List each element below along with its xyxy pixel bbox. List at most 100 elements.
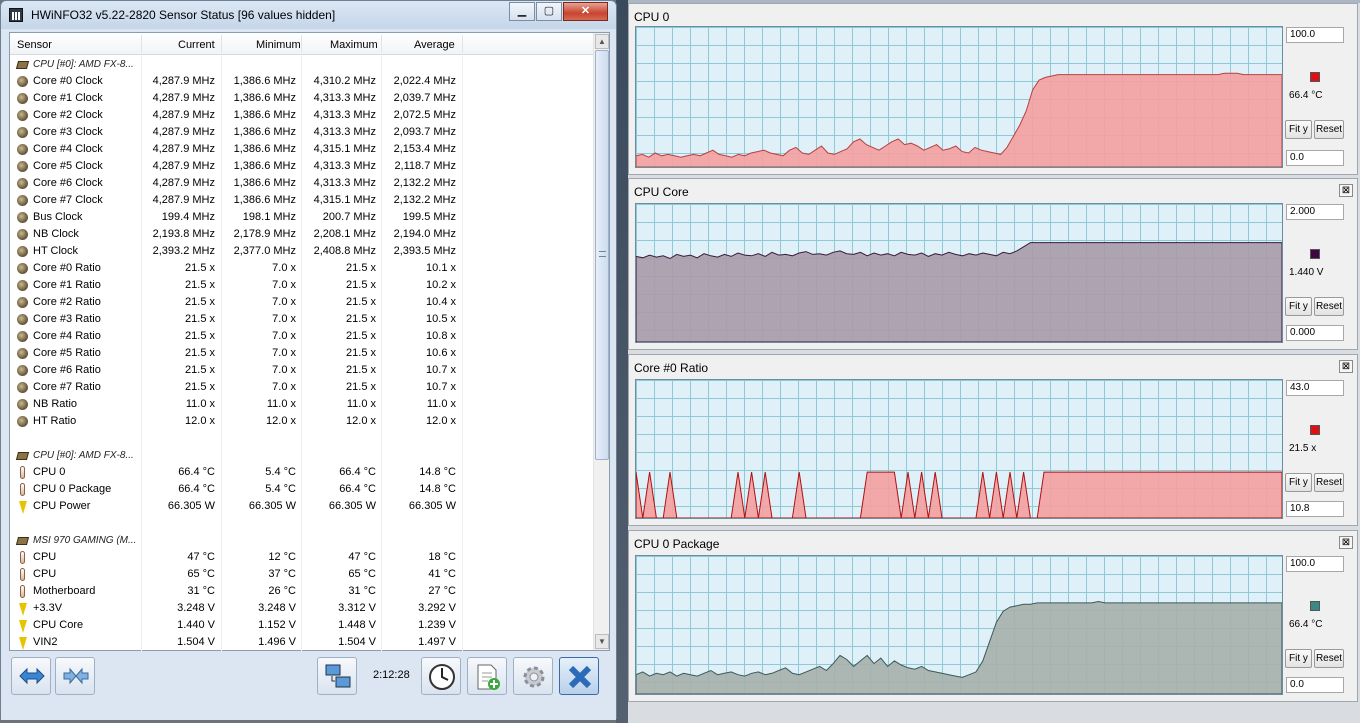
fit-y-button[interactable]: Fit y: [1285, 297, 1312, 316]
column-sensor[interactable]: Sensor: [17, 39, 52, 51]
sensor-row[interactable]: HT Clock 2,393.2 MHz 2,377.0 MHz 2,408.8 MH…: [10, 243, 594, 260]
graph-min-field[interactable]: 10.8: [1286, 501, 1344, 517]
exit-button[interactable]: [559, 657, 599, 695]
sensor-row[interactable]: Core #1 Clock 4,287.9 MHz 1,386.6 MHz 4,313…: [10, 90, 594, 107]
column-maximum[interactable]: Maximum: [330, 39, 378, 51]
current-value: 12.0 x: [185, 415, 215, 427]
collapse-columns-button[interactable]: [55, 657, 95, 695]
graph-max-field[interactable]: 43.0: [1286, 380, 1344, 396]
average-value: 10.6 x: [426, 347, 456, 359]
graph-close-button[interactable]: ⊠: [1339, 184, 1353, 197]
sensor-label: Core #5 Clock: [33, 160, 103, 172]
graph-min-field[interactable]: 0.000: [1286, 325, 1344, 341]
sensor-row[interactable]: CPU 65 °C 37 °C 65 °C 41 °C: [10, 566, 594, 583]
sensor-row[interactable]: Core #7 Clock 4,287.9 MHz 1,386.6 MHz 4,315…: [10, 192, 594, 209]
graph-window[interactable]: CPU Core ⊠ 2.000 1.440 V Fit y Reset 0.000: [628, 178, 1358, 350]
sensor-row[interactable]: +3.3V 3.248 V 3.248 V 3.312 V 3.292 V: [10, 600, 594, 617]
expand-arrows-icon: [19, 667, 45, 685]
sensor-row[interactable]: VIN2 1.504 V 1.496 V 1.504 V 1.497 V: [10, 634, 594, 651]
fit-y-button[interactable]: Fit y: [1285, 649, 1312, 668]
graph-min-field[interactable]: 0.0: [1286, 677, 1344, 693]
fit-y-button[interactable]: Fit y: [1285, 473, 1312, 492]
sensor-row[interactable]: Core #6 Ratio 21.5 x 7.0 x 21.5 x 10.7 x: [10, 362, 594, 379]
sensor-row[interactable]: Bus Clock 199.4 MHz 198.1 MHz 200.7 MHz 199.…: [10, 209, 594, 226]
column-current[interactable]: Current: [178, 39, 215, 51]
scroll-down-arrow[interactable]: ▼: [595, 634, 609, 649]
sensor-row[interactable]: Core #2 Clock 4,287.9 MHz 1,386.6 MHz 4,313…: [10, 107, 594, 124]
sensor-row[interactable]: Core #0 Clock 4,287.9 MHz 1,386.6 MHz 4,310…: [10, 73, 594, 90]
graph-close-button[interactable]: ⊠: [1339, 360, 1353, 373]
graph-max-field[interactable]: 100.0: [1286, 556, 1344, 572]
reset-button[interactable]: Reset: [1314, 120, 1344, 139]
expand-columns-button[interactable]: [11, 657, 51, 695]
maximize-button[interactable]: ▢: [536, 2, 562, 21]
sensor-row[interactable]: NB Clock 2,193.8 MHz 2,178.9 MHz 2,208.1 MH…: [10, 226, 594, 243]
current-value: 21.5 x: [185, 330, 215, 342]
reset-button[interactable]: Reset: [1314, 297, 1344, 316]
sensor-row[interactable]: Core #3 Clock 4,287.9 MHz 1,386.6 MHz 4,313…: [10, 124, 594, 141]
graph-max-field[interactable]: 100.0: [1286, 27, 1344, 43]
sensor-row[interactable]: Core #6 Clock 4,287.9 MHz 1,386.6 MHz 4,313…: [10, 175, 594, 192]
graph-close-button[interactable]: ⊠: [1339, 536, 1353, 549]
clock-icon: [17, 280, 28, 291]
sensor-group-row[interactable]: CPU [#0]: AMD FX-8...: [10, 56, 594, 73]
sensor-row[interactable]: Core #3 Ratio 21.5 x 7.0 x 21.5 x 10.5 x: [10, 311, 594, 328]
average-value: 2,072.5 MHz: [393, 109, 456, 121]
series-color-swatch[interactable]: [1310, 601, 1320, 611]
sensor-group-row[interactable]: CPU [#0]: AMD FX-8...: [10, 447, 594, 464]
scroll-up-arrow[interactable]: ▲: [595, 34, 609, 49]
series-color-swatch[interactable]: [1310, 425, 1320, 435]
maximum-value: 4,313.3 MHz: [313, 160, 376, 172]
graph-window[interactable]: CPU 0 100.0 66.4 °C Fit y Reset 0.0: [628, 3, 1358, 175]
sensor-row[interactable]: Core #5 Clock 4,287.9 MHz 1,386.6 MHz 4,313…: [10, 158, 594, 175]
column-minimum[interactable]: Minimum: [256, 39, 301, 51]
sensor-group-row[interactable]: MSI 970 GAMING (M...: [10, 532, 594, 549]
add-report-button[interactable]: [467, 657, 507, 695]
sensor-row[interactable]: Core #4 Ratio 21.5 x 7.0 x 21.5 x 10.8 x: [10, 328, 594, 345]
sensor-row[interactable]: CPU Power 66.305 W 66.305 W 66.305 W 66.305 …: [10, 498, 594, 515]
sensor-row[interactable]: CPU 47 °C 12 °C 47 °C 18 °C: [10, 549, 594, 566]
sensor-row[interactable]: CPU Core 1.440 V 1.152 V 1.448 V 1.239 V: [10, 617, 594, 634]
sensor-row[interactable]: CPU 0 66.4 °C 5.4 °C 66.4 °C 14.8 °C: [10, 464, 594, 481]
sensor-row[interactable]: Core #2 Ratio 21.5 x 7.0 x 21.5 x 10.4 x: [10, 294, 594, 311]
average-value: 10.2 x: [426, 279, 456, 291]
vertical-scrollbar[interactable]: ▲ ▼: [593, 33, 609, 650]
sensor-row[interactable]: Core #4 Clock 4,287.9 MHz 1,386.6 MHz 4,315…: [10, 141, 594, 158]
gear-icon: [523, 666, 545, 688]
graph-max-field[interactable]: 2.000: [1286, 204, 1344, 220]
scroll-thumb[interactable]: [595, 50, 609, 460]
app-icon: [9, 8, 23, 22]
network-button[interactable]: [317, 657, 357, 695]
sensor-rows: CPU [#0]: AMD FX-8... Core #0 Clock 4,287.…: [10, 56, 594, 651]
graph-window[interactable]: CPU 0 Package ⊠ 100.0 66.4 °C Fit y Reset 0.0: [628, 530, 1358, 702]
sensor-row[interactable]: CPU 0 Package 66.4 °C 5.4 °C 66.4 °C 14.8 °C: [10, 481, 594, 498]
sensor-row[interactable]: Motherboard 31 °C 26 °C 31 °C 27 °C: [10, 583, 594, 600]
series-color-swatch[interactable]: [1310, 72, 1320, 82]
current-value: 1.504 V: [177, 636, 215, 648]
reset-button[interactable]: Reset: [1314, 649, 1344, 668]
sensor-row[interactable]: HT Ratio 12.0 x 12.0 x 12.0 x 12.0 x: [10, 413, 594, 430]
sensor-label: CPU Core: [33, 619, 84, 631]
reset-button[interactable]: Reset: [1314, 473, 1344, 492]
column-average[interactable]: Average: [414, 39, 455, 51]
sensor-row[interactable]: Core #0 Ratio 21.5 x 7.0 x 21.5 x 10.1 x: [10, 260, 594, 277]
sensor-row[interactable]: Core #5 Ratio 21.5 x 7.0 x 21.5 x 10.6 x: [10, 345, 594, 362]
minimum-value: 5.4 °C: [265, 483, 296, 495]
clock-button[interactable]: [421, 657, 461, 695]
graph-title: CPU Core: [634, 185, 689, 199]
series-color-swatch[interactable]: [1310, 249, 1320, 259]
minimum-value: 7.0 x: [272, 364, 296, 376]
settings-button[interactable]: [513, 657, 553, 695]
sensor-row[interactable]: NB Ratio 11.0 x 11.0 x 11.0 x 11.0 x: [10, 396, 594, 413]
maximum-value: 11.0 x: [346, 398, 376, 410]
fit-y-button[interactable]: Fit y: [1285, 120, 1312, 139]
title-bar[interactable]: HWiNFO32 v5.22-2820 Sensor Status [96 va…: [1, 1, 616, 29]
graph-min-field[interactable]: 0.0: [1286, 150, 1344, 166]
sensor-row[interactable]: Core #1 Ratio 21.5 x 7.0 x 21.5 x 10.2 x: [10, 277, 594, 294]
sensor-row[interactable]: Core #7 Ratio 21.5 x 7.0 x 21.5 x 10.7 x: [10, 379, 594, 396]
close-button[interactable]: ✕: [563, 2, 608, 21]
maximum-value: 21.5 x: [346, 347, 376, 359]
graph-window[interactable]: Core #0 Ratio ⊠ 43.0 21.5 x Fit y Reset 10.8: [628, 354, 1358, 526]
minimize-button[interactable]: ▁: [509, 2, 535, 21]
clock-icon: [17, 348, 28, 359]
